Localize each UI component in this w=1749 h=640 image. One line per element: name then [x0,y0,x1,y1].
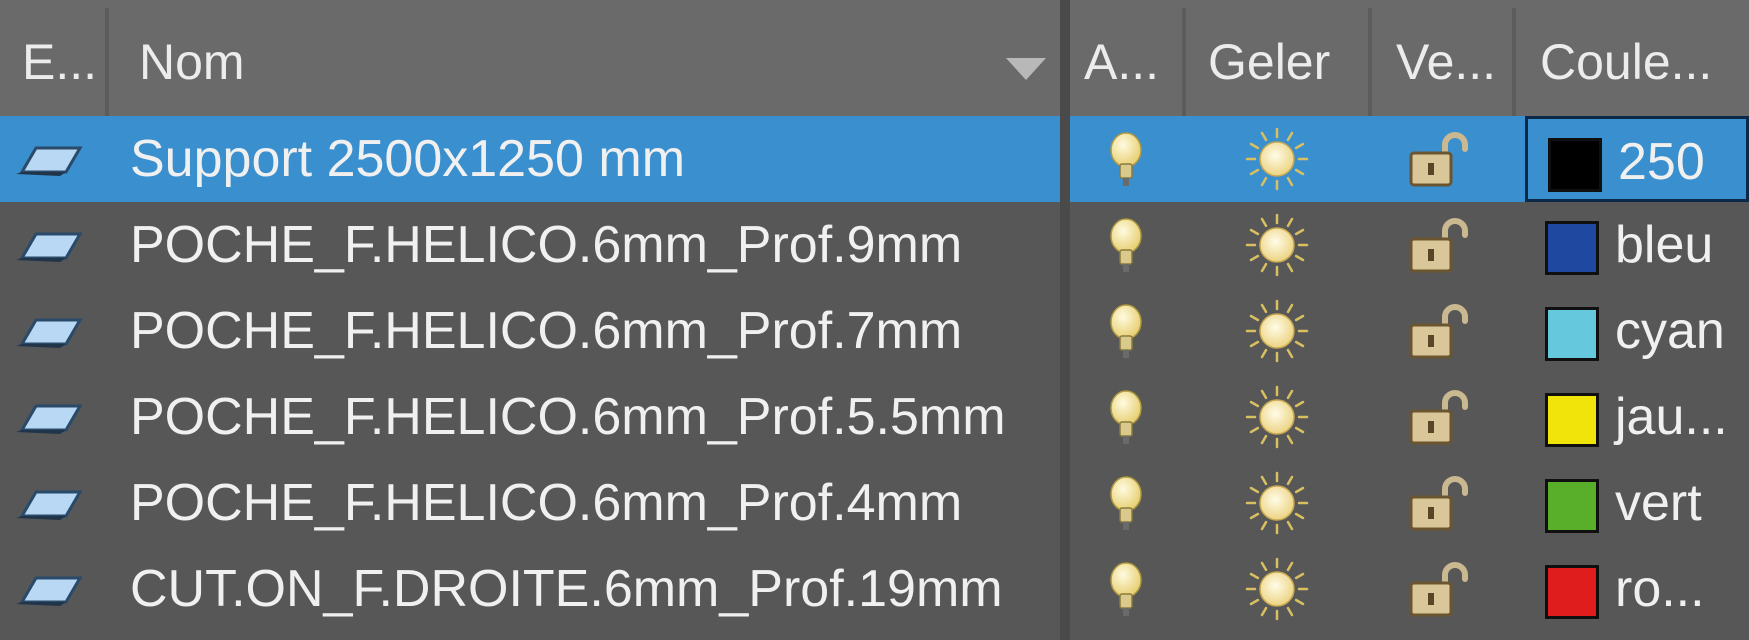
column-header-name[interactable]: Nom [109,8,1060,116]
layer-properties-row[interactable]: vert [1070,460,1749,546]
unlocked-padlock-icon[interactable] [1372,116,1512,202]
lightbulb-icon[interactable] [1070,460,1182,546]
color-cell[interactable]: vert [1525,460,1749,546]
color-swatch [1545,565,1599,619]
sun-icon-graphic [1245,471,1309,535]
lightbulb-icon-graphic [1110,132,1142,186]
layer-icon-graphic [16,146,83,176]
column-header-color[interactable]: Coule... [1516,8,1749,116]
lightbulb-icon-graphic [1110,476,1142,530]
layer-properties-row[interactable]: jau... [1070,374,1749,460]
unlocked-padlock-icon[interactable] [1372,374,1512,460]
layer-name[interactable]: POCHE_F.HELICO.6mm_Prof.9mm [130,202,962,288]
column-header-on[interactable]: A... [1070,8,1182,116]
lightbulb-icon-graphic [1110,562,1142,616]
column-header-status[interactable]: E... [0,8,105,116]
color-label: 250 [1618,133,1705,191]
layer-icon [8,400,84,434]
unlocked-padlock-icon-graphic [1409,132,1468,187]
layer-row[interactable]: POCHE_F.HELICO.6mm_Prof.7mm [0,288,1060,374]
layer-row[interactable]: Support 2500x1250 mm [0,116,1060,202]
layer-properties-row[interactable]: bleu [1070,202,1749,288]
color-label: cyan [1615,302,1725,360]
sun-icon[interactable] [1186,116,1368,202]
color-swatch [1545,479,1599,533]
layer-row[interactable]: CUT.ON_F.DROITE.6mm_Prof.19mm [0,546,1060,632]
color-swatch [1545,221,1599,275]
unlocked-padlock-icon-graphic [1409,390,1468,445]
layer-icon [8,142,84,176]
right-header: A... Geler Ve... Coule... [1070,0,1749,117]
layer-icon [8,228,84,262]
sun-icon[interactable] [1186,288,1368,374]
lightbulb-icon-graphic [1110,218,1142,272]
unlocked-padlock-icon-graphic [1409,562,1468,617]
layer-row[interactable]: POCHE_F.HELICO.6mm_Prof.9mm [0,202,1060,288]
color-cell[interactable]: cyan [1525,288,1749,374]
color-label: ro... [1615,560,1705,618]
sun-icon-graphic [1245,127,1309,191]
layer-name[interactable]: POCHE_F.HELICO.6mm_Prof.5.5mm [130,374,1006,460]
unlocked-padlock-icon[interactable] [1372,288,1512,374]
unlocked-padlock-icon-graphic [1409,304,1468,359]
lightbulb-icon-graphic [1110,390,1142,444]
unlocked-padlock-icon-graphic [1409,218,1468,273]
lightbulb-icon[interactable] [1070,116,1182,202]
color-label: vert [1615,474,1702,532]
layer-icon-graphic [16,490,83,520]
layer-properties-row[interactable]: 250 [1070,116,1749,202]
sun-icon[interactable] [1186,546,1368,632]
layer-icon-graphic [16,576,83,606]
layer-properties-row[interactable]: ro... [1070,546,1749,632]
sort-descending-icon [1006,58,1046,80]
color-swatch [1545,307,1599,361]
layer-name[interactable]: POCHE_F.HELICO.6mm_Prof.7mm [130,288,962,374]
sun-icon[interactable] [1186,202,1368,288]
column-header-freeze[interactable]: Geler [1186,8,1368,116]
color-swatch [1545,393,1599,447]
color-cell[interactable]: jau... [1525,374,1749,460]
color-swatch [1548,138,1602,192]
color-label: bleu [1615,216,1714,274]
lightbulb-icon-graphic [1110,304,1142,358]
layer-row[interactable]: POCHE_F.HELICO.6mm_Prof.5.5mm [0,374,1060,460]
unlocked-padlock-icon[interactable] [1372,460,1512,546]
layer-name-panel: E... Nom Support 2500x1250 mm POCHE_F.HEL… [0,0,1060,640]
sun-icon-graphic [1245,213,1309,277]
unlocked-padlock-icon[interactable] [1372,202,1512,288]
layer-name[interactable]: POCHE_F.HELICO.6mm_Prof.4mm [130,460,962,546]
layer-icon [8,572,84,606]
unlocked-padlock-icon-graphic [1409,476,1468,531]
sun-icon-graphic [1245,299,1309,363]
left-header: E... Nom [0,0,1060,117]
color-label: jau... [1615,388,1728,446]
layer-name[interactable]: CUT.ON_F.DROITE.6mm_Prof.19mm [130,546,1003,632]
lightbulb-icon[interactable] [1070,202,1182,288]
panel-splitter[interactable] [1060,0,1070,640]
lightbulb-icon[interactable] [1070,374,1182,460]
layer-properties-panel: A... Geler Ve... Coule... 250 bleu cyan jau… [1070,0,1749,640]
lightbulb-icon[interactable] [1070,288,1182,374]
sun-icon[interactable] [1186,460,1368,546]
unlocked-padlock-icon[interactable] [1372,546,1512,632]
color-cell[interactable]: 250 [1525,116,1749,202]
color-cell[interactable]: bleu [1525,202,1749,288]
lightbulb-icon[interactable] [1070,546,1182,632]
layer-icon [8,314,84,348]
color-cell[interactable]: ro... [1525,546,1749,632]
column-header-lock[interactable]: Ve... [1372,8,1512,116]
sun-icon-graphic [1245,385,1309,449]
layer-properties-row[interactable]: cyan [1070,288,1749,374]
sun-icon-graphic [1245,557,1309,621]
layer-icon-graphic [16,404,83,434]
layer-name[interactable]: Support 2500x1250 mm [130,116,685,202]
sun-icon[interactable] [1186,374,1368,460]
layer-icon-graphic [16,318,83,348]
layer-row[interactable]: POCHE_F.HELICO.6mm_Prof.4mm [0,460,1060,546]
layer-icon [8,486,84,520]
layer-icon-graphic [16,232,83,262]
